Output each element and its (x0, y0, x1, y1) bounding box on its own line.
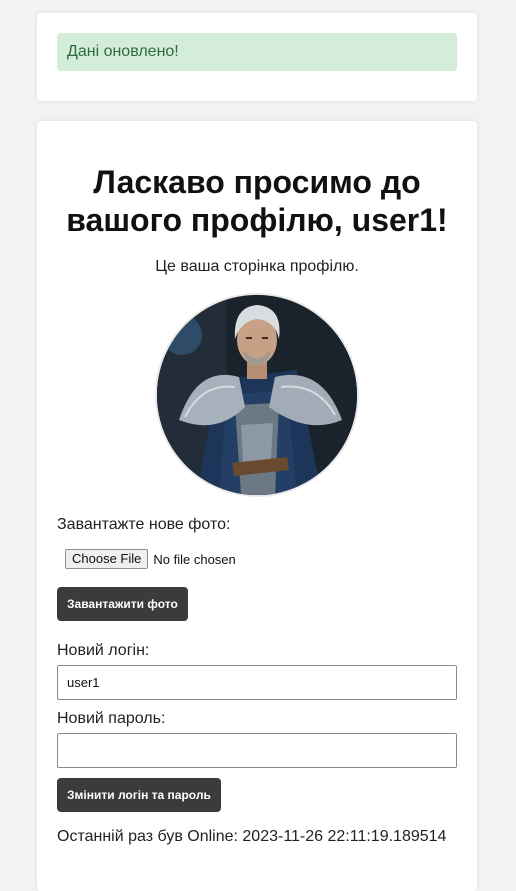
profile-card: Ласкаво просимо до вашого профілю, user1… (37, 121, 477, 891)
success-alert: Дані оновлено! (57, 33, 457, 71)
file-input[interactable]: Choose File No file chosen (65, 549, 236, 569)
new-login-label: Новий логін: (57, 642, 150, 659)
upload-photo-label: Завантажте нове фото: (57, 516, 231, 533)
file-status-text: No file chosen (153, 551, 236, 567)
upload-photo-button[interactable]: Завантажити фото (57, 587, 188, 621)
avatar-image (157, 295, 357, 495)
last-online-text: Останній раз був Online: 2023-11-26 22:1… (57, 828, 447, 845)
alert-card: Дані оновлено! (37, 13, 477, 101)
avatar (157, 295, 357, 495)
new-password-input[interactable] (57, 733, 457, 768)
change-credentials-button[interactable]: Змінити логін та пароль (57, 778, 221, 812)
page-subtitle: Це ваша сторінка профілю. (155, 258, 359, 275)
new-login-input[interactable]: user1 (57, 665, 457, 700)
new-password-label: Новий пароль: (57, 710, 166, 727)
choose-file-button[interactable]: Choose File (65, 549, 149, 569)
page-title: Ласкаво просимо до вашого профілю, user1… (66, 164, 448, 238)
